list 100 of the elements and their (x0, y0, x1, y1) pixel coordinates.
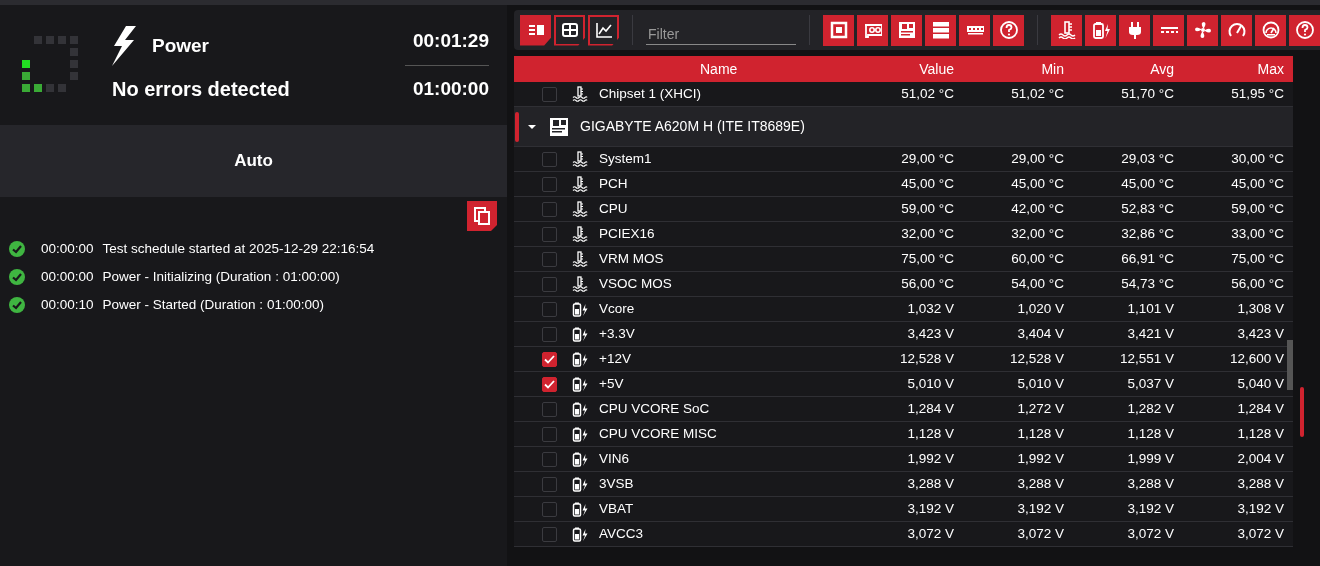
test-duration: 01:00:00 (412, 76, 489, 101)
thermometer-icon (572, 151, 588, 167)
table-cell-text: 32,00 °C (900, 224, 954, 243)
sensor-filter-button[interactable] (1153, 14, 1184, 46)
checkbox[interactable] (542, 251, 557, 267)
view-toggle-button[interactable] (554, 14, 585, 46)
table-cell-text: 54,73 °C (1120, 274, 1174, 293)
table-cell-text: 45,00 °C (900, 174, 954, 193)
storage-icon (931, 21, 950, 39)
checkbox[interactable] (542, 151, 557, 167)
table-cell-text: 1,999 V (1126, 449, 1174, 468)
thermometer-icon (572, 226, 588, 242)
checkbox[interactable] (542, 401, 557, 417)
table-cell-text: 51,02 °C (1010, 84, 1064, 103)
table-cell-text: 75,00 °C (900, 249, 954, 268)
table-cell-text: 1,020 V (1016, 299, 1064, 318)
table-cell-text: 3,072 V (1126, 524, 1174, 543)
view-toggle-button[interactable] (520, 14, 551, 46)
checkbox[interactable] (542, 426, 557, 442)
table-cell-text: 3,288 V (1016, 474, 1064, 493)
battery-charge-icon (572, 401, 588, 417)
motherboard-icon (897, 21, 916, 39)
table-cell-text: 52,83 °C (1120, 199, 1174, 218)
checkbox[interactable] (542, 276, 557, 292)
checkbox[interactable] (542, 201, 557, 217)
sensor-name: +12V (599, 349, 632, 368)
battery-charge-icon (572, 351, 588, 367)
table-cell-text: 5,010 V (1016, 374, 1064, 393)
column-header: Name (699, 59, 739, 79)
checkbox[interactable] (542, 226, 557, 242)
table-cell-text: 1,992 V (1016, 449, 1064, 468)
sensor-group-row[interactable]: GIGABYTE A620M H (ITE IT8689E) (514, 107, 1293, 147)
log-time: 00:00:10 (41, 295, 94, 314)
table-cell-text: 1,282 V (1126, 399, 1174, 418)
sensor-filter-button[interactable] (1051, 14, 1082, 46)
log-message: Power - Initializing (Duration : 01:00:00) (102, 267, 340, 286)
scroll-marker (1300, 387, 1304, 437)
table-cell-text: 1,128 V (1016, 424, 1064, 443)
question-icon (999, 21, 1018, 39)
table-cell-text: 3,421 V (1126, 324, 1174, 343)
battery-charge-icon (572, 526, 588, 542)
elapsed-time: 00:01:29 (412, 29, 489, 53)
sensor-filter-button[interactable] (1085, 14, 1116, 46)
sensor-name: PCH (599, 174, 629, 193)
column-header: Avg (1149, 59, 1174, 79)
sensor-filter-button[interactable] (857, 14, 888, 46)
sensor-filter-button[interactable] (823, 14, 854, 46)
speedometer-icon (1227, 21, 1246, 39)
sensor-filter-button[interactable] (1289, 14, 1320, 46)
sensor-filter-button[interactable] (1187, 14, 1218, 46)
sensor-filter-button[interactable] (1255, 14, 1286, 46)
table-cell-text: 45,00 °C (1010, 174, 1064, 193)
table-cell-text: 3,192 V (1016, 499, 1064, 518)
sensor-filter-button[interactable] (1221, 14, 1252, 46)
table-cell-text: 45,00 °C (1230, 174, 1284, 193)
table-cell-text: 5,010 V (906, 374, 954, 393)
table-cell-text: 3,192 V (1126, 499, 1174, 518)
checkbox[interactable] (542, 301, 557, 317)
sensor-name: +3.3V (599, 324, 636, 343)
checkbox[interactable] (542, 86, 557, 102)
list-view-icon (527, 22, 544, 38)
table-cell-text: 29,00 °C (1010, 149, 1064, 168)
sensor-name: AVCC3 (599, 524, 644, 543)
check-circle-icon (9, 269, 25, 285)
copy-button[interactable] (467, 201, 497, 231)
lightning-bolt-icon (112, 26, 136, 66)
log-message: Test schedule started at 2025-12-29 22:16:54 (102, 239, 375, 258)
sensor-filter-button[interactable] (959, 14, 990, 46)
battery-charge-icon (572, 426, 588, 442)
checkbox[interactable] (542, 176, 557, 192)
table-cell-text: 1,128 V (1126, 424, 1174, 443)
table-cell-text: 1,128 V (1236, 424, 1284, 443)
gauge-icon (1261, 21, 1280, 39)
table-cell-text: 5,040 V (1236, 374, 1284, 393)
sensor-filter-button[interactable] (1119, 14, 1150, 46)
battery-charge-icon (572, 476, 588, 492)
checkbox[interactable] (542, 376, 557, 392)
sensor-name: Chipset 1 (XHCI) (599, 84, 703, 103)
thermometer-icon (572, 201, 588, 217)
scrollbar-thumb[interactable] (1287, 340, 1293, 390)
filter-field[interactable]: Filter (646, 25, 796, 45)
table-cell-text: 1,128 V (906, 424, 954, 443)
checkbox[interactable] (542, 476, 557, 492)
table-cell-text: 5,037 V (1126, 374, 1174, 393)
sensor-filter-button[interactable] (925, 14, 956, 46)
table-cell-text: 3,404 V (1016, 324, 1064, 343)
question-icon (1295, 21, 1314, 39)
sensor-filter-button[interactable] (891, 14, 922, 46)
table-cell-text: 42,00 °C (1010, 199, 1064, 218)
table-cell-text: 56,00 °C (900, 274, 954, 293)
checkbox[interactable] (542, 501, 557, 517)
checkbox[interactable] (542, 326, 557, 342)
view-toggle-button[interactable] (588, 14, 619, 46)
table-cell-text: 45,00 °C (1120, 174, 1174, 193)
checkbox[interactable] (542, 351, 557, 367)
checkbox[interactable] (542, 526, 557, 542)
checkbox[interactable] (542, 451, 557, 467)
sensor-name: VBAT (599, 499, 635, 518)
sensor-filter-button[interactable] (993, 14, 1024, 46)
table-cell-text: 3,192 V (906, 499, 954, 518)
